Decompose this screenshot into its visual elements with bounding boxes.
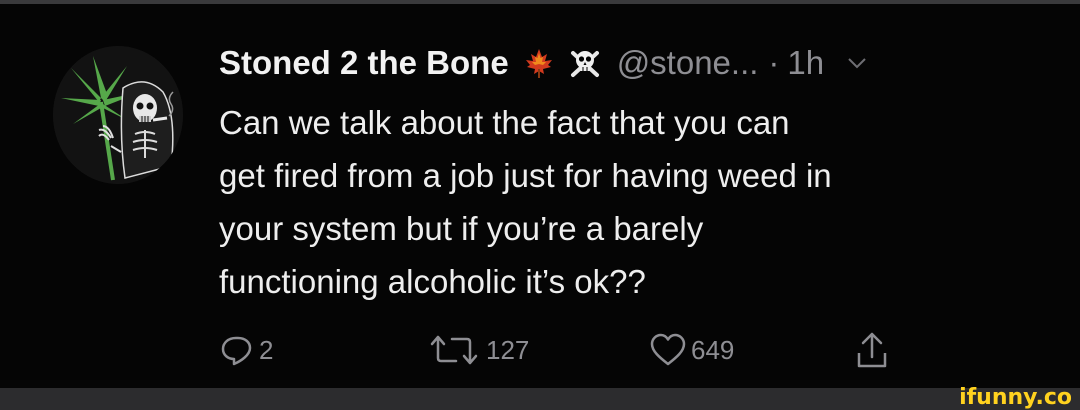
chevron-down-icon[interactable]	[846, 52, 868, 74]
share-icon	[857, 332, 887, 368]
tweet-actions: 2 127 649	[219, 330, 919, 370]
tweet-header: Stoned 2 the Bone @stone... · 1h	[219, 38, 868, 88]
heart-icon	[650, 333, 686, 366]
reaper-cannabis-avatar-icon	[53, 46, 183, 184]
like-count: 649	[691, 334, 735, 365]
retweet-icon	[430, 335, 478, 365]
tweet-text-line: Can we talk about the fact that you can	[219, 104, 790, 141]
bottom-bar	[0, 388, 1080, 410]
tweet-text-line: get fired from a job just for having wee…	[219, 157, 832, 194]
skull-and-crossbones-icon	[569, 47, 601, 79]
display-name[interactable]: Stoned 2 the Bone	[219, 44, 509, 82]
user-handle[interactable]: @stone...	[617, 44, 759, 82]
retweet-count: 127	[486, 334, 530, 365]
tweet-timestamp[interactable]: 1h	[787, 44, 824, 82]
reply-button[interactable]: 2	[219, 330, 273, 370]
reply-count: 2	[259, 334, 274, 365]
like-button[interactable]: 649	[649, 330, 734, 370]
tweet-text-line: your system but if you’re a barely	[219, 210, 704, 247]
avatar[interactable]	[53, 46, 183, 184]
tweet-text: Can we talk about the fact that you can …	[219, 96, 1039, 308]
retweet-button[interactable]: 127	[426, 330, 529, 370]
reply-icon	[221, 336, 252, 366]
ifunny-watermark: ifunny.co	[959, 385, 1072, 410]
meta-separator: ·	[768, 44, 780, 81]
tweet-card[interactable]: Stoned 2 the Bone @stone... · 1h Can we …	[0, 4, 1080, 388]
tweet-text-line: functioning alcoholic it’s ok??	[219, 263, 646, 300]
maple-leaf-icon	[523, 47, 555, 79]
share-button[interactable]	[855, 330, 889, 370]
